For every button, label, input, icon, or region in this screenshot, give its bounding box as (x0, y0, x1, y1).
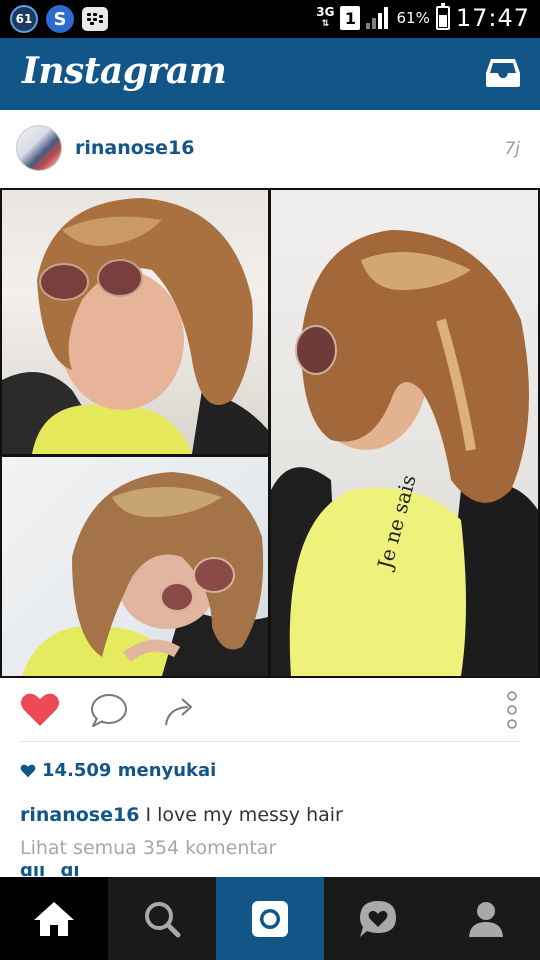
nav-tab-profile[interactable] (432, 877, 540, 960)
sim-slot-icon: 1 (340, 6, 361, 30)
nav-tab-search[interactable] (108, 877, 216, 960)
nav-tab-home[interactable] (0, 877, 108, 960)
post-photo[interactable]: Je ne sais (0, 188, 540, 678)
collage-tile-right: Je ne sais (271, 190, 538, 676)
post-header: rinanose16 7j (0, 110, 540, 188)
status-bar: 61 S 3G ⇅ 1 61% 17:47 (0, 0, 540, 38)
battery-percentage: 61% (396, 9, 430, 27)
likes-text: 14.509 menyukai (42, 760, 217, 781)
divider (20, 741, 520, 742)
network-indicator: 3G ⇅ (316, 5, 335, 29)
avatar[interactable] (16, 125, 62, 171)
more-options-icon[interactable] (504, 690, 520, 730)
nav-tab-activity[interactable] (324, 877, 432, 960)
post-username[interactable]: rinanose16 (75, 137, 194, 159)
share-icon[interactable] (160, 692, 200, 728)
likes-count[interactable]: 14.509 menyukai (20, 760, 216, 781)
notification-badge-icon: 61 (10, 5, 38, 33)
collage-tile-bottom-left (2, 457, 268, 676)
profile-icon (469, 901, 503, 937)
comment-peek-text: dii _di (20, 866, 520, 876)
search-icon (145, 901, 181, 937)
clock: 17:47 (455, 4, 530, 32)
skype-icon: S (46, 5, 74, 33)
collage-tile-top-left (2, 190, 268, 454)
small-heart-icon (20, 764, 36, 777)
camera-icon (252, 900, 288, 937)
activity-icon (360, 900, 396, 937)
signal-icon (366, 7, 390, 29)
caption-username[interactable]: rinanose16 (20, 804, 139, 826)
post-time-ago: 7j (504, 139, 520, 159)
nav-tab-camera[interactable] (216, 877, 324, 960)
battery-icon (435, 3, 450, 30)
caption-text: I love my messy hair (145, 804, 343, 826)
heart-icon[interactable] (20, 692, 60, 728)
comment-peek: dii _di (20, 866, 520, 876)
app-header: Instagram (0, 38, 540, 110)
view-all-comments-link[interactable]: Lihat semua 354 komentar (20, 837, 276, 859)
inbox-icon[interactable] (484, 56, 522, 90)
instagram-logo[interactable]: Instagram (22, 50, 227, 92)
bottom-nav (0, 877, 540, 960)
caption: rinanose16 I love my messy hair (20, 804, 343, 826)
home-icon (34, 901, 74, 936)
comment-icon[interactable] (89, 692, 129, 728)
post-actions (0, 680, 540, 742)
bbm-icon (82, 7, 108, 31)
